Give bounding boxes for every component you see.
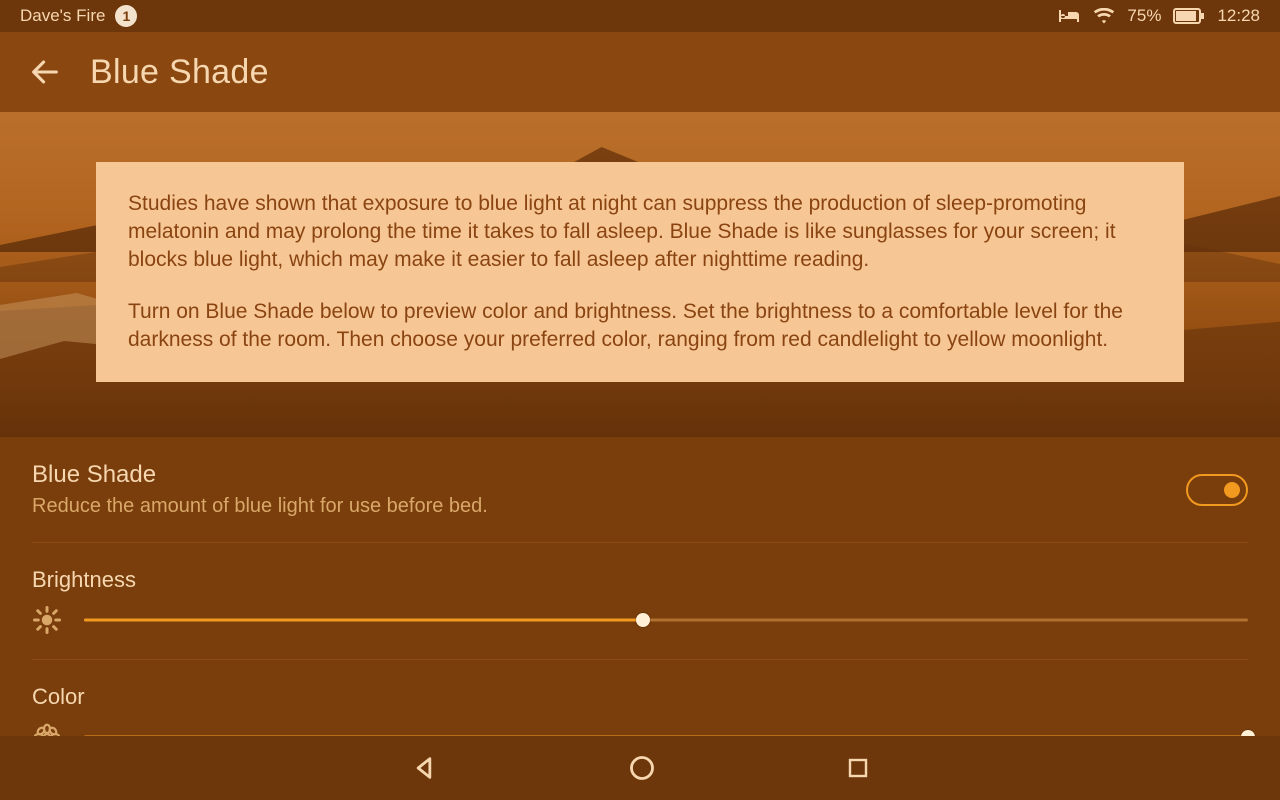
clock: 12:28	[1217, 6, 1260, 26]
device-name: Dave's Fire	[20, 6, 105, 26]
blue-shade-toggle[interactable]	[1186, 474, 1248, 506]
brightness-label: Brightness	[32, 567, 1248, 593]
notification-badge[interactable]: 1	[115, 5, 137, 27]
color-label: Color	[32, 684, 1248, 710]
hero-banner: Studies have shown that exposure to blue…	[0, 112, 1280, 437]
info-paragraph-2: Turn on Blue Shade below to preview colo…	[128, 298, 1152, 354]
page-header: Blue Shade	[0, 32, 1280, 112]
toggle-title: Blue Shade	[32, 461, 488, 489]
info-paragraph-1: Studies have shown that exposure to blue…	[128, 190, 1152, 274]
info-card: Studies have shown that exposure to blue…	[96, 162, 1184, 382]
blue-shade-toggle-row: Blue Shade Reduce the amount of blue lig…	[32, 437, 1248, 543]
brightness-row: Brightness	[32, 543, 1248, 660]
status-bar: Dave's Fire 1 75% 12:28	[0, 0, 1280, 32]
nav-home-button[interactable]	[628, 754, 656, 782]
back-button[interactable]	[28, 55, 62, 89]
toggle-subtitle: Reduce the amount of blue light for use …	[32, 495, 488, 518]
brightness-icon	[32, 605, 62, 635]
wifi-icon	[1093, 8, 1115, 24]
bed-icon	[1057, 8, 1081, 24]
settings-panel: Blue Shade Reduce the amount of blue lig…	[0, 437, 1280, 756]
system-navbar	[0, 736, 1280, 800]
page-title: Blue Shade	[90, 53, 269, 92]
nav-back-button[interactable]	[410, 754, 438, 782]
brightness-slider[interactable]	[84, 611, 1248, 629]
nav-recents-button[interactable]	[846, 756, 870, 780]
battery-icon	[1173, 8, 1205, 24]
battery-percent: 75%	[1127, 6, 1161, 26]
